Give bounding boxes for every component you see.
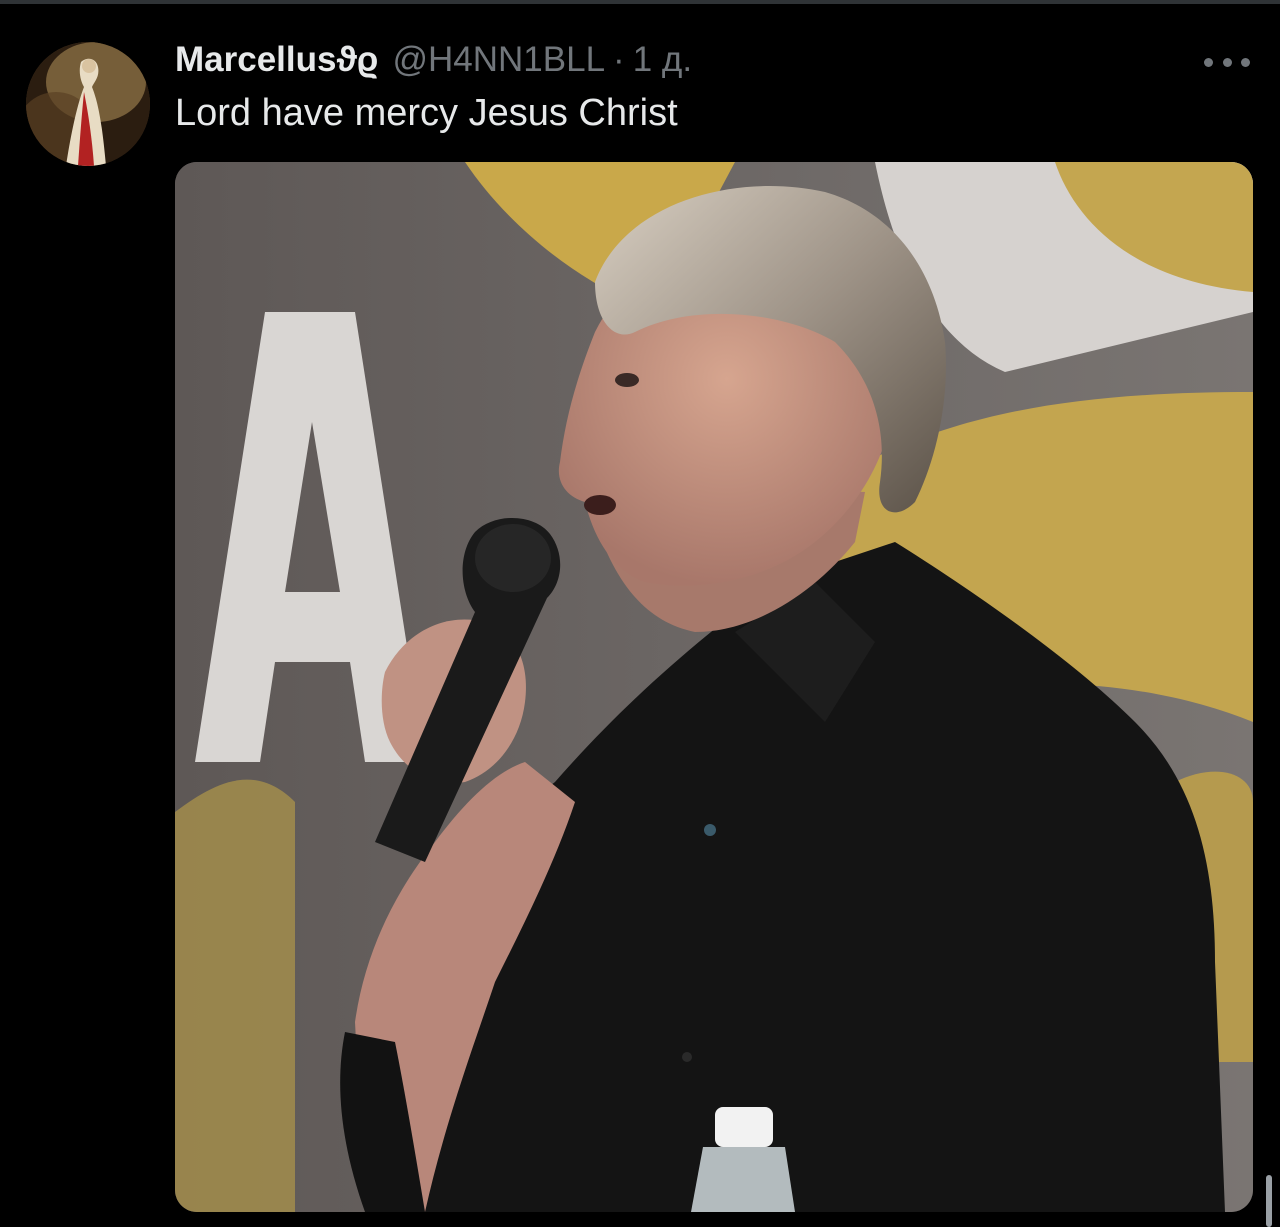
avatar[interactable] (26, 42, 150, 166)
more-horizontal-icon (1222, 57, 1232, 67)
tweet-header: Marcellusϑϱ @H4NN1BLL · 1 д. (175, 40, 692, 84)
display-name[interactable]: Marcellusϑϱ (175, 40, 378, 80)
separator-dot: · (613, 40, 625, 79)
tweet-text: Lord have mercy Jesus Christ (175, 92, 678, 134)
more-horizontal-icon (1204, 57, 1213, 67)
more-options-button[interactable] (1204, 50, 1250, 74)
more-horizontal-icon (1241, 57, 1250, 67)
avatar-image (26, 42, 150, 166)
timestamp[interactable]: 1 д. (633, 40, 692, 80)
user-handle[interactable]: @H4NN1BLL (392, 40, 605, 80)
tweet-photo[interactable] (175, 162, 1253, 1212)
scrollbar-thumb[interactable] (1266, 1175, 1272, 1227)
tweet[interactable]: Marcellusϑϱ @H4NN1BLL · 1 д. Lord have m… (0, 4, 1280, 1227)
photo-image (175, 162, 1253, 1212)
